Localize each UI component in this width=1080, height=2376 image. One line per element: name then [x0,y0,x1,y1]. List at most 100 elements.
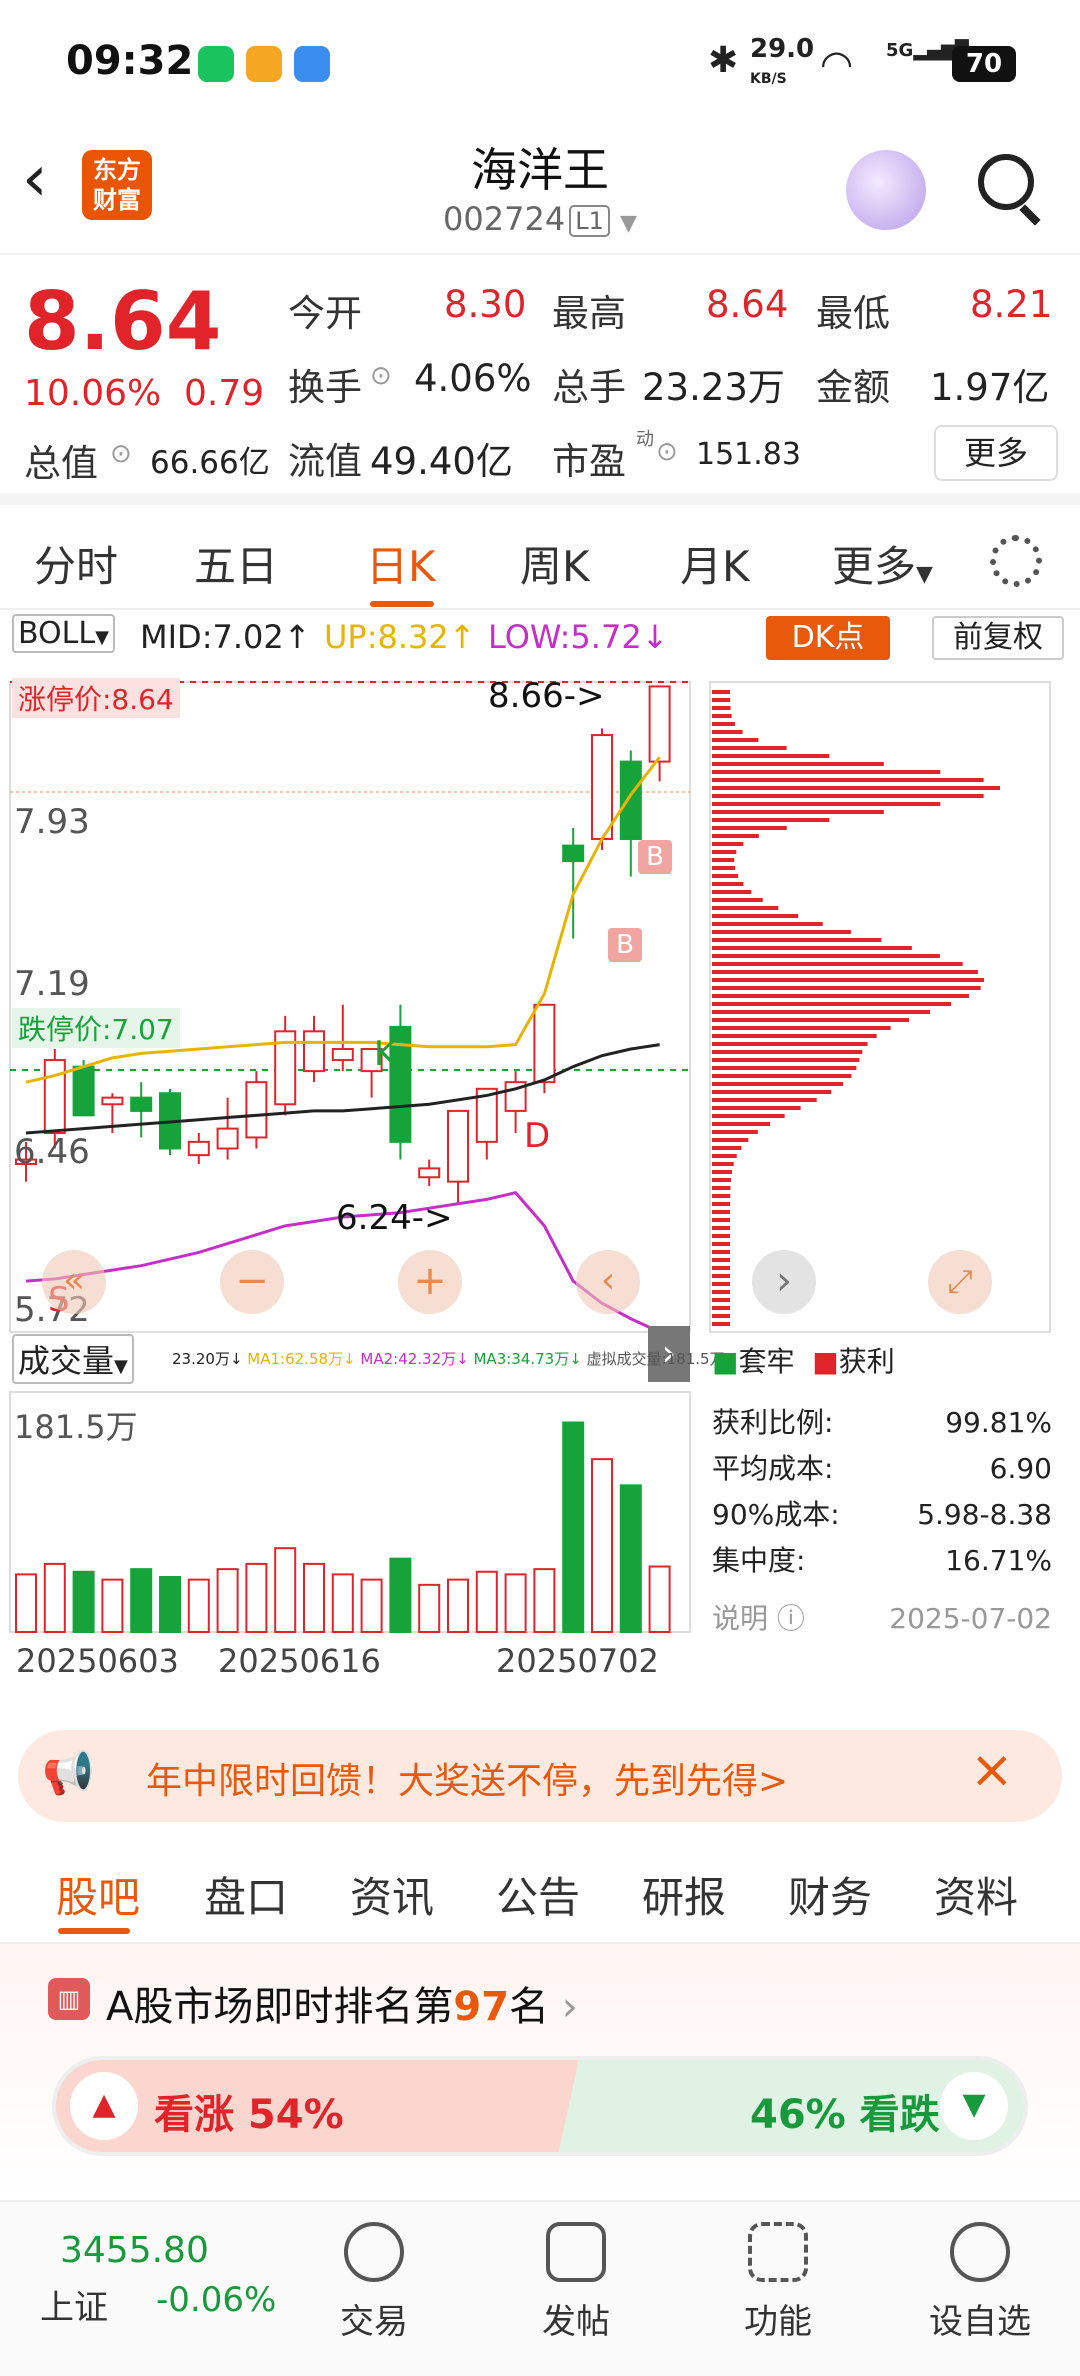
chip-bar [712,922,823,926]
chip-bar [712,1082,844,1086]
tab-profile[interactable]: 资料 [934,1864,1018,1925]
chevron-right-icon[interactable]: › [752,1250,816,1314]
pe-label: 市盈 [552,440,626,483]
scroll-left-icon[interactable]: ‹ [576,1250,640,1314]
promo-text[interactable]: 年中限时回馈！大奖送不停，先到先得> [146,1752,788,1804]
candle [648,685,671,763]
zoom-in-icon[interactable]: + [398,1250,462,1314]
volume-bar [475,1570,498,1633]
function-button[interactable]: 功能 [708,2222,848,2343]
info-icon[interactable]: ⊙ [656,437,678,467]
pe-sup: 动 [636,429,654,450]
low-value: 8.21 [970,283,1053,326]
candle [303,1030,325,1073]
note-label[interactable]: 说明 ⓘ [712,1596,805,1642]
search-icon[interactable] [978,154,1034,210]
chip-bar [712,1026,891,1030]
volume-bar [591,1458,613,1634]
date-label: 20250603 [16,1642,179,1680]
chip-bar [712,1242,731,1246]
scroll-left-fast-icon[interactable]: « [42,1250,106,1314]
adjust-button[interactable]: 前复权 [932,616,1064,660]
tab-more[interactable]: 更多▼ [832,533,933,594]
volume-bar [101,1578,124,1633]
index-value[interactable]: 3455.80 [60,2230,209,2271]
chip-bar [712,954,940,958]
chip-bar [712,1298,730,1302]
mktcap-label: 总值 [24,442,98,485]
chip-bar [712,738,759,742]
tab-announcement[interactable]: 公告 [496,1864,580,1925]
tab-monthly-k[interactable]: 月K [680,533,750,594]
tab-finance[interactable]: 财务 [788,1864,872,1925]
content-tabs: 股吧 盘口 资讯 公告 研报 财务 资料 [0,1838,1080,1944]
volume-select[interactable]: 成交量▼ [12,1334,134,1384]
dk-point-button[interactable]: DK点 [766,616,890,660]
chart-bar-icon: ▥ [48,1978,90,2020]
pe-value: 151.83 [696,437,801,472]
ranking-text[interactable]: A股市场即时排名第97名 › [106,1974,578,2032]
chip-bar [712,1234,731,1238]
volume-bar [389,1557,412,1634]
chip-bar [712,778,984,782]
tab-research[interactable]: 研报 [642,1864,726,1925]
status-bar: 09:32 ✱ 29.0 KB/S ◠ 5G▂▄▆█ 70 [0,0,1080,120]
chip-bar [712,1010,931,1014]
gear-icon[interactable] [990,535,1042,587]
bear-button[interactable]: ▼ [940,2072,1008,2140]
tab-weekly-k[interactable]: 周K [520,533,590,594]
chip-bar [712,754,830,758]
info-icon[interactable]: ⊙ [370,361,392,391]
tab-news[interactable]: 资讯 [350,1864,434,1925]
tab-daily-k[interactable]: 日K [366,533,436,594]
buy-marker: B [638,840,672,874]
indicator-select[interactable]: BOLL▼ [12,614,115,653]
chip-bar [712,986,981,990]
fullscreen-icon[interactable]: ⤢ [928,1250,992,1314]
chip-bar [712,746,787,750]
candle [619,760,642,840]
info-icon[interactable]: ⊙ [110,439,132,469]
tab-indicator [370,601,434,607]
boll-mid-legend: MID:7.02↑ [140,618,311,656]
index-name[interactable]: 上证 [40,2280,108,2329]
volume-bar [303,1562,325,1634]
amount-value: 1.97亿 [930,366,1050,409]
trade-button[interactable]: 交易 [304,2222,444,2343]
volume-bar [130,1568,153,1634]
date-label: 20250702 [496,1642,659,1680]
chip-bar [712,994,969,998]
chip-bar [712,866,736,870]
chip-bar [712,818,830,822]
promo-banner[interactable]: 📢 年中限时回馈！大奖送不停，先到先得> × [18,1730,1062,1822]
tab-intraday[interactable]: 分时 [34,533,118,594]
chip-bar [712,1106,801,1110]
more-button[interactable]: 更多 [934,425,1058,481]
chevron-down-icon: ▼ [916,562,933,587]
bull-button[interactable]: ▲ [70,2072,138,2140]
volume-bar [648,1565,671,1633]
tab-guba[interactable]: 股吧 [56,1864,140,1925]
limit-up-label: 涨停价:8.64 [12,678,180,718]
chip-bar [712,978,984,982]
robot-avatar-icon[interactable] [846,150,926,230]
close-icon[interactable]: × [970,1740,1014,1800]
tab-5day[interactable]: 五日 [194,533,278,594]
mktcap-value: 66.66亿 [150,445,270,481]
app-icon [294,46,330,82]
chip-bar [712,938,882,942]
chip-bar [712,1314,730,1318]
chip-bar [712,882,744,886]
bottom-toolbar: 3455.80 上证 -0.06% 交易 发帖 功能 设自选 [0,2200,1080,2376]
candle [216,1127,239,1150]
zoom-out-icon[interactable]: − [220,1250,284,1314]
volume-bar [360,1578,383,1633]
tab-pankou[interactable]: 盘口 [204,1864,288,1925]
chip-bar [712,722,735,726]
post-button[interactable]: 发帖 [506,2222,646,2343]
add-watchlist-button[interactable]: 设自选 [910,2222,1050,2343]
grid-icon [748,2222,808,2282]
chip-bar [712,850,737,854]
amount-label: 金额 [816,366,890,409]
index-change[interactable]: -0.06% [156,2280,276,2320]
